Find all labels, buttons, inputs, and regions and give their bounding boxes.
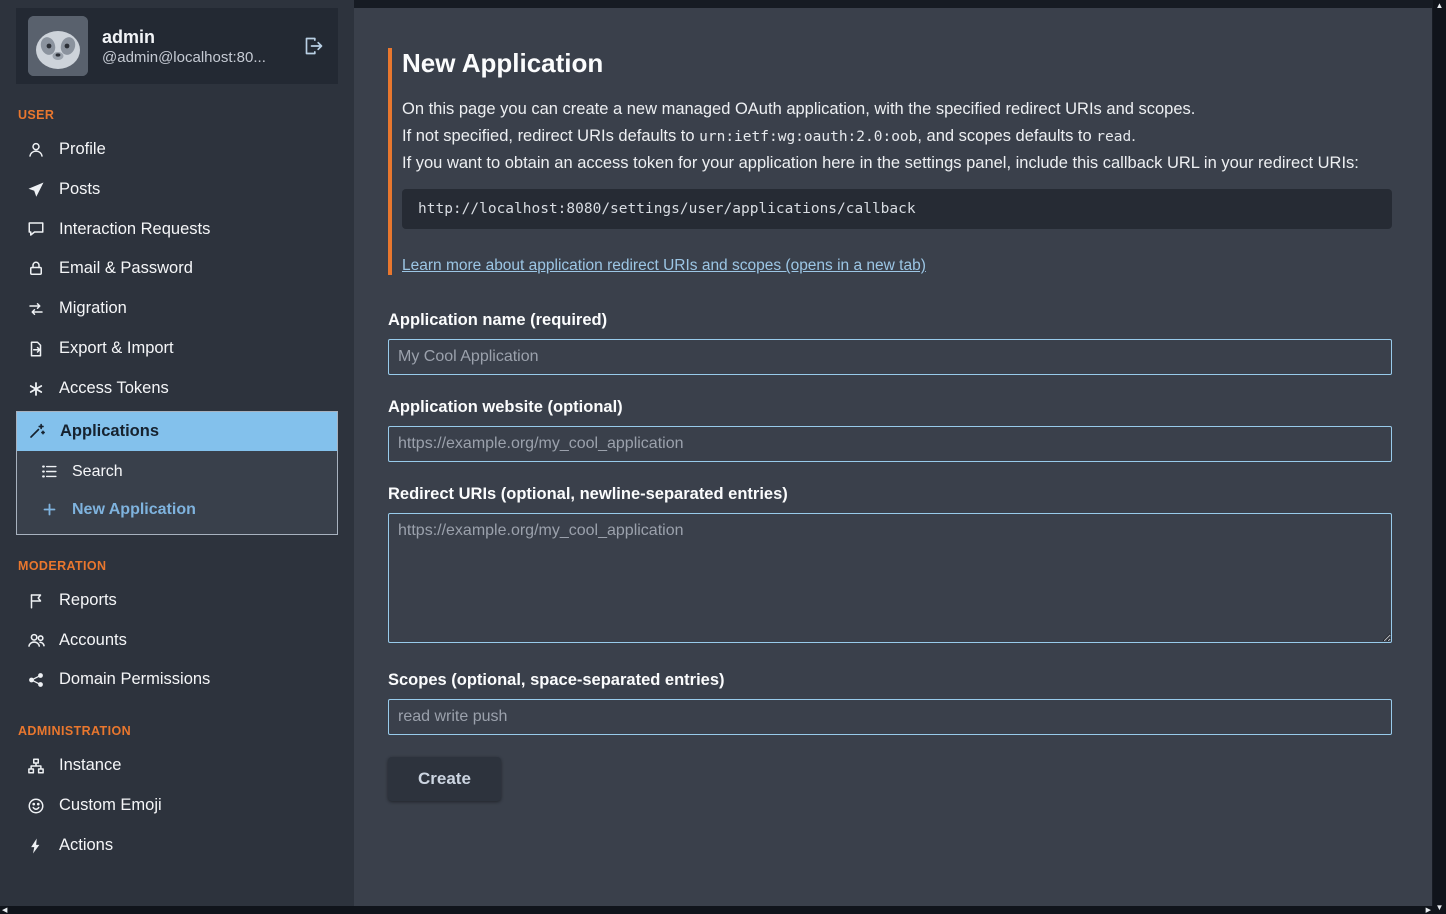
section-label-user: USER: [18, 108, 336, 122]
scroll-right-arrow-icon[interactable]: ▶: [1426, 907, 1431, 914]
user-card[interactable]: admin @admin@localhost:80...: [16, 8, 338, 84]
intro-line-1: On this page you can create a new manage…: [402, 97, 1392, 122]
lock-icon: [26, 260, 46, 278]
scopes-label: Scopes (optional, space-separated entrie…: [388, 671, 1392, 690]
sidebar-item-access-tokens[interactable]: Access Tokens: [16, 369, 338, 409]
sidebar-item-label: Applications: [60, 422, 159, 442]
sidebar-item-label: Access Tokens: [59, 379, 169, 399]
sidebar-item-label: Export & Import: [59, 339, 174, 359]
sidebar-item-posts[interactable]: Posts: [16, 170, 338, 210]
scroll-up-arrow-icon[interactable]: ▲: [1436, 2, 1444, 10]
sitemap-icon: [26, 757, 46, 775]
redirect-uris-field-group: Redirect URIs (optional, newline-separat…: [388, 485, 1392, 648]
horizontal-scrollbar[interactable]: ◀ ▶: [0, 906, 1433, 914]
sidebar-item-label: Interaction Requests: [59, 220, 210, 240]
main-panel: New Application On this page you can cre…: [354, 8, 1432, 914]
redirect-uris-label: Redirect URIs (optional, newline-separat…: [388, 485, 1392, 504]
sidebar-item-label: Instance: [59, 756, 121, 776]
sidebar-item-label: Search: [72, 462, 123, 481]
comment-icon: [26, 220, 46, 238]
user-name: admin: [102, 26, 286, 49]
sidebar-item-email-password[interactable]: Email & Password: [16, 249, 338, 289]
sidebar-item-label: Domain Permissions: [59, 670, 210, 690]
sidebar-item-domain-permissions[interactable]: Domain Permissions: [16, 660, 338, 700]
vertical-scrollbar[interactable]: ▲ ▼: [1433, 0, 1446, 914]
section-label-moderation: MODERATION: [18, 559, 336, 573]
redirect-uris-textarea[interactable]: [388, 513, 1392, 643]
file-export-icon: [26, 340, 46, 358]
sidebar-item-label: Reports: [59, 591, 117, 611]
sidebar-item-label: Email & Password: [59, 259, 193, 279]
sidebar-item-instance[interactable]: Instance: [16, 746, 338, 786]
sidebar: admin @admin@localhost:80... USER Profil…: [0, 0, 354, 914]
inline-code-oob: urn:ietf:wg:oauth:2.0:oob: [699, 129, 917, 145]
asterisk-icon: [26, 380, 46, 398]
sidebar-item-label: Accounts: [59, 631, 127, 651]
list-icon: [39, 463, 59, 480]
applications-menu-block: Applications Search New Application: [16, 411, 338, 535]
flag-icon: [26, 592, 46, 610]
section-label-administration: ADMINISTRATION: [18, 724, 336, 738]
scopes-input[interactable]: [388, 699, 1392, 735]
sidebar-item-reports[interactable]: Reports: [16, 581, 338, 621]
sidebar-item-label: Actions: [59, 836, 113, 856]
share-nodes-icon: [26, 671, 46, 689]
scroll-down-arrow-icon[interactable]: ▼: [1436, 904, 1444, 912]
applications-submenu: Search New Application: [17, 451, 337, 533]
application-name-field-group: Application name (required): [388, 311, 1392, 375]
sidebar-item-search[interactable]: Search: [17, 453, 337, 490]
sidebar-item-new-application[interactable]: New Application: [17, 491, 337, 528]
sidebar-item-label: Migration: [59, 299, 127, 319]
intro-line-3: If you want to obtain an access token fo…: [402, 151, 1392, 176]
application-website-label: Application website (optional): [388, 398, 1392, 417]
sidebar-item-profile[interactable]: Profile: [16, 130, 338, 170]
avatar: [28, 16, 88, 76]
sign-out-icon[interactable]: [304, 35, 324, 57]
inline-code-read: read: [1096, 129, 1131, 145]
sidebar-item-label: Posts: [59, 180, 100, 200]
user-meta: admin @admin@localhost:80...: [102, 26, 286, 66]
page-title: New Application: [402, 48, 1392, 79]
smile-icon: [26, 797, 46, 815]
intro-line-2: If not specified, redirect URIs defaults…: [402, 124, 1392, 149]
intro-line-2-text-b: , and scopes defaults to: [917, 127, 1096, 145]
users-icon: [26, 631, 46, 650]
sidebar-item-migration[interactable]: Migration: [16, 289, 338, 329]
sidebar-item-label: New Application: [72, 500, 196, 519]
application-name-input[interactable]: [388, 339, 1392, 375]
app-window: admin @admin@localhost:80... USER Profil…: [0, 0, 1446, 914]
sidebar-item-applications[interactable]: Applications: [17, 412, 337, 452]
sidebar-item-custom-emoji[interactable]: Custom Emoji: [16, 786, 338, 826]
magic-wand-icon: [27, 422, 47, 440]
sidebar-item-label: Custom Emoji: [59, 796, 162, 816]
intro-section: New Application On this page you can cre…: [388, 48, 1392, 275]
scopes-field-group: Scopes (optional, space-separated entrie…: [388, 671, 1392, 735]
sidebar-item-accounts[interactable]: Accounts: [16, 621, 338, 661]
new-application-form: Application name (required) Application …: [388, 311, 1392, 801]
application-website-input[interactable]: [388, 426, 1392, 462]
bolt-icon: [26, 837, 46, 855]
redirect-uris-docs-link[interactable]: Learn more about application redirect UR…: [402, 257, 926, 274]
application-name-label: Application name (required): [388, 311, 1392, 330]
sidebar-item-interaction-requests[interactable]: Interaction Requests: [16, 210, 338, 250]
callback-url-codeblock: http://localhost:8080/settings/user/appl…: [402, 189, 1392, 229]
swap-arrows-icon: [26, 300, 46, 318]
sidebar-item-label: Profile: [59, 140, 106, 160]
sidebar-item-export-import[interactable]: Export & Import: [16, 329, 338, 369]
intro-line-2-text-a: If not specified, redirect URIs defaults…: [402, 127, 699, 145]
paper-plane-icon: [26, 181, 46, 199]
scroll-left-arrow-icon[interactable]: ◀: [2, 907, 7, 914]
user-icon: [26, 141, 46, 159]
plus-icon: [39, 501, 59, 518]
intro-line-2-text-c: .: [1131, 127, 1136, 145]
create-button[interactable]: Create: [388, 757, 501, 801]
application-website-field-group: Application website (optional): [388, 398, 1392, 462]
sidebar-item-actions[interactable]: Actions: [16, 826, 338, 866]
user-handle: @admin@localhost:80...: [102, 49, 277, 66]
